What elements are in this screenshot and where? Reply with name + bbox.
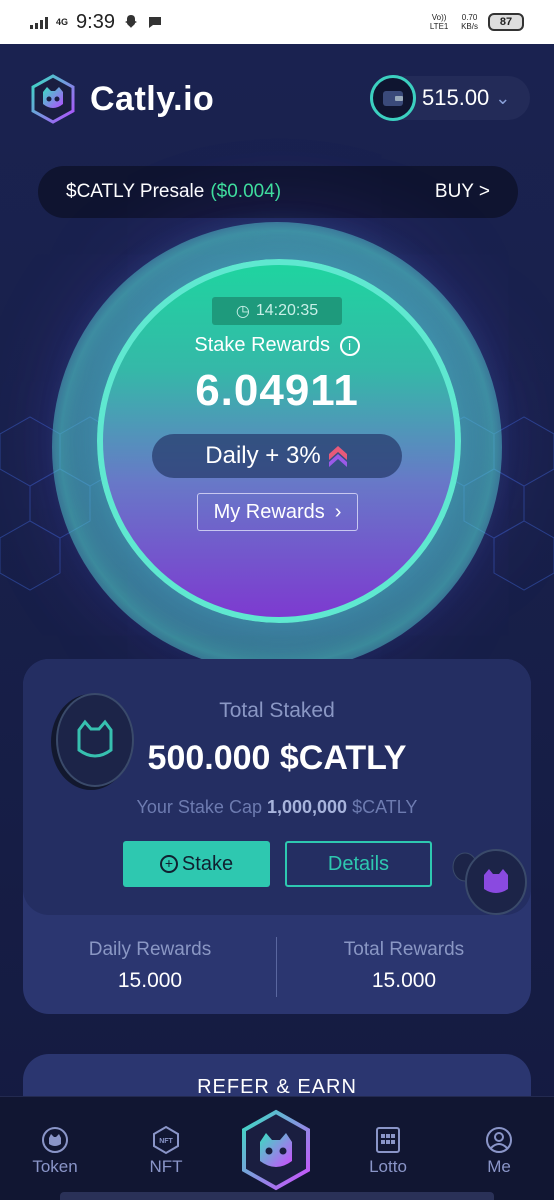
daily-rate-badge: Daily + 3%	[152, 434, 402, 478]
details-button[interactable]: Details	[285, 841, 432, 887]
bottom-nav: Token NFT NFT Lotto Me	[0, 1096, 554, 1200]
user-icon	[459, 1125, 539, 1155]
nav-lotto[interactable]: Lotto	[348, 1125, 428, 1177]
chevron-right-icon: ›	[334, 500, 342, 523]
nav-me[interactable]: Me	[459, 1125, 539, 1177]
message-icon	[148, 17, 161, 28]
network-type: 4G	[56, 17, 69, 27]
my-rewards-button[interactable]: My Rewards ›	[197, 493, 358, 531]
info-icon[interactable]: i	[339, 336, 360, 356]
wallet-icon	[370, 75, 416, 121]
presale-banner[interactable]: $CATLY Presale ($0.004) BUY >	[38, 166, 518, 218]
app-screen: Catly.io 515.00 ⌄ $CATLY Presale ($0.004…	[0, 44, 554, 1200]
chevron-down-icon: ⌄	[495, 87, 511, 108]
stake-rewards-title: Stake Rewards i	[0, 334, 554, 357]
signal-icon	[30, 15, 48, 29]
plus-icon: +	[159, 855, 178, 873]
app-logo: Catly.io	[30, 74, 214, 124]
clock: 9:39	[76, 10, 115, 33]
nav-token[interactable]: Token	[15, 1125, 95, 1177]
clock-icon: ◷	[235, 303, 250, 320]
brand-name: Catly.io	[90, 79, 215, 118]
presale-price: ($0.004)	[210, 181, 282, 202]
volte-indicator: Vo)) LTE1	[429, 13, 449, 31]
nft-icon: NFT	[126, 1125, 206, 1155]
home-indicator	[60, 1192, 494, 1200]
stake-rewards-value: 6.04911	[195, 366, 359, 415]
catly-logo-icon	[31, 74, 75, 124]
network-speed: 0.70 KB/s	[461, 13, 478, 31]
total-rewards: Total Rewards 15.000	[343, 939, 465, 992]
battery-indicator: 87	[488, 13, 524, 31]
rank-chevron-icon	[328, 446, 347, 467]
buy-link[interactable]: BUY >	[435, 181, 490, 203]
nav-nft[interactable]: NFT NFT	[126, 1125, 206, 1177]
catly-coin-small-icon	[452, 849, 527, 915]
stake-card: Total Staked 500.000 $CATLY Your Stake C…	[23, 659, 531, 1014]
presale-label: $CATLY Presale	[66, 181, 205, 202]
wallet-amount: 515.00	[422, 85, 490, 110]
stake-cap: Your Stake Cap 1,000,000 $CATLY	[136, 797, 418, 817]
cat-token-icon	[15, 1125, 95, 1155]
stake-button[interactable]: + Stake	[123, 841, 270, 887]
svg-text:NFT: NFT	[159, 1138, 173, 1145]
status-bar: 4G 9:39 Vo)) LTE1 0.70 KB/s 87	[0, 0, 554, 44]
total-staked-label: Total Staked	[219, 699, 335, 722]
total-staked-value: 500.000 $CATLY	[147, 739, 407, 777]
snapchat-icon	[124, 15, 137, 28]
home-cat-button[interactable]	[240, 1109, 312, 1191]
lotto-icon	[348, 1125, 428, 1155]
daily-rewards: Daily Rewards 15.000	[88, 939, 212, 992]
reward-timer: ◷ 14:20:35	[212, 297, 342, 325]
wallet-balance-button[interactable]: 515.00 ⌄	[370, 75, 530, 121]
